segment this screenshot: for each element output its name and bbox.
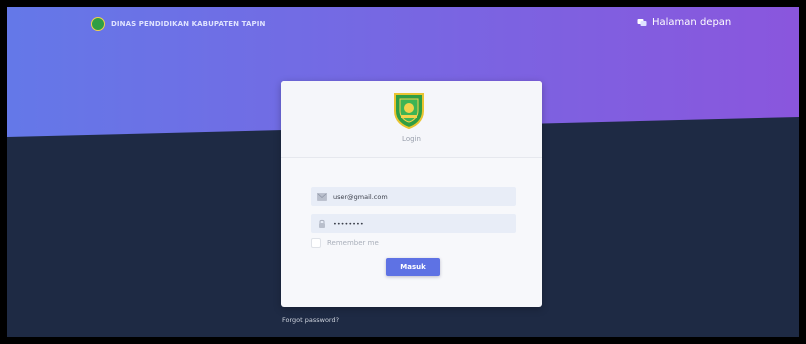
remember-me-toggle[interactable]: Remember me [311,238,379,248]
login-page: DINAS PENDIDIKAN KABUPATEN TAPIN Halaman… [7,7,799,337]
password-input[interactable] [333,219,513,228]
email-input[interactable] [333,192,513,201]
login-card: Login user@gmail.com •••••••• Remember m… [281,81,542,307]
brand-link[interactable]: DINAS PENDIDIKAN KABUPATEN TAPIN [91,17,265,31]
login-card-header: Login [281,81,542,158]
forgot-password-link[interactable]: Forgot password? [282,316,339,324]
navbar: DINAS PENDIDIKAN KABUPATEN TAPIN Halaman… [7,7,799,43]
password-field[interactable] [311,214,516,233]
remember-me-checkbox[interactable] [311,238,321,248]
home-icon [637,19,647,26]
envelope-icon [317,192,327,202]
login-title: Login [402,135,421,143]
lock-icon [317,219,327,229]
login-submit-button[interactable]: Masuk [386,258,440,276]
home-page-link[interactable]: Halaman depan [637,17,731,28]
regency-crest-icon [394,93,424,129]
agency-logo-icon [91,17,105,31]
screenshot-frame: DINAS PENDIDIKAN KABUPATEN TAPIN Halaman… [0,0,806,344]
email-field[interactable] [311,187,516,206]
brand-text: DINAS PENDIDIKAN KABUPATEN TAPIN [111,20,266,28]
remember-me-label: Remember me [327,239,379,247]
home-page-link-label: Halaman depan [652,17,732,28]
